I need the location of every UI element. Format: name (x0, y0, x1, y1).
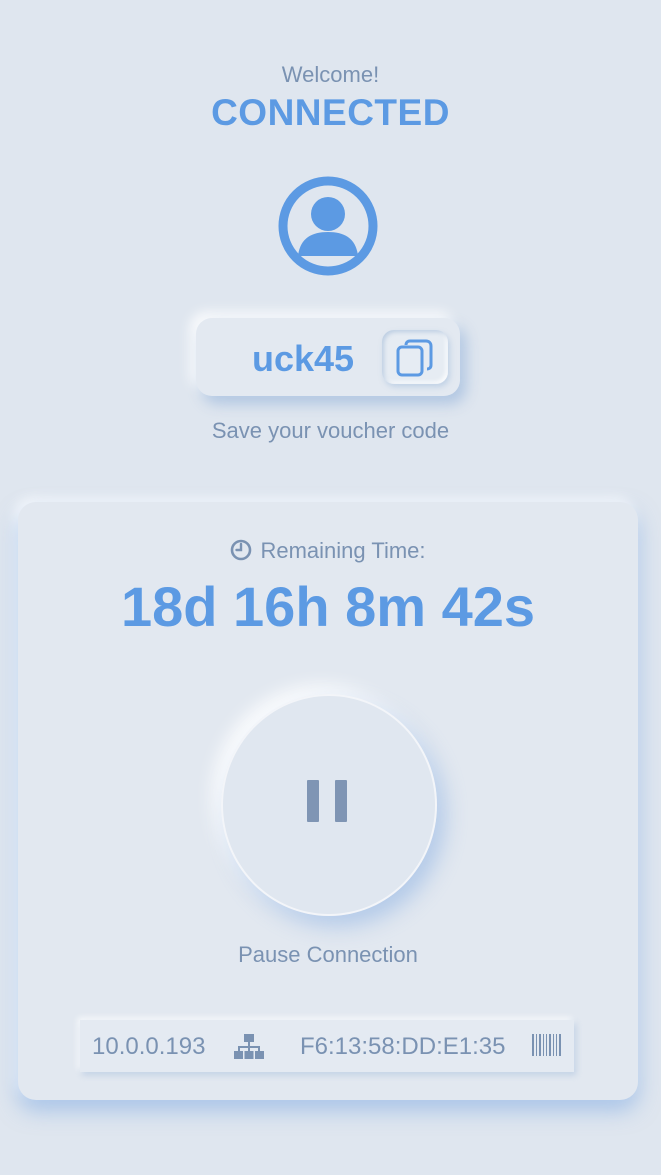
mac-address: F6:13:58:DD:E1:35 (300, 1033, 506, 1060)
pause-icon (307, 780, 347, 822)
welcome-text: Welcome! (281, 62, 380, 87)
connection-screen: Welcome! CONNECTED uck45 Save your vouch… (0, 0, 661, 1175)
voucher-code: uck45 (252, 338, 355, 379)
voucher-hint: Save your voucher code (211, 418, 450, 443)
user-avatar-icon (278, 176, 378, 276)
clock-icon (231, 539, 252, 561)
connection-status: CONNECTED (211, 92, 450, 133)
voucher-box: uck45 (196, 318, 460, 396)
copy-voucher-button[interactable] (382, 330, 448, 384)
pause-connection-button[interactable] (221, 694, 437, 916)
pause-connection-label: Pause Connection (238, 942, 418, 967)
barcode-icon (532, 1034, 561, 1056)
session-card: Remaining Time: 18d 16h 8m 42s Pause Con… (18, 502, 638, 1100)
copy-icon (396, 339, 433, 377)
network-icon (234, 1034, 264, 1059)
remaining-time-label: Remaining Time: (260, 538, 426, 563)
remaining-time-value: 18d 16h 8m 42s (120, 575, 536, 638)
ip-address: 10.0.0.193 (92, 1033, 206, 1060)
device-info-bar: 10.0.0.193 F6:13:58:DD:E1:35 (80, 1020, 574, 1072)
remaining-time-row: Remaining Time: (18, 538, 638, 564)
